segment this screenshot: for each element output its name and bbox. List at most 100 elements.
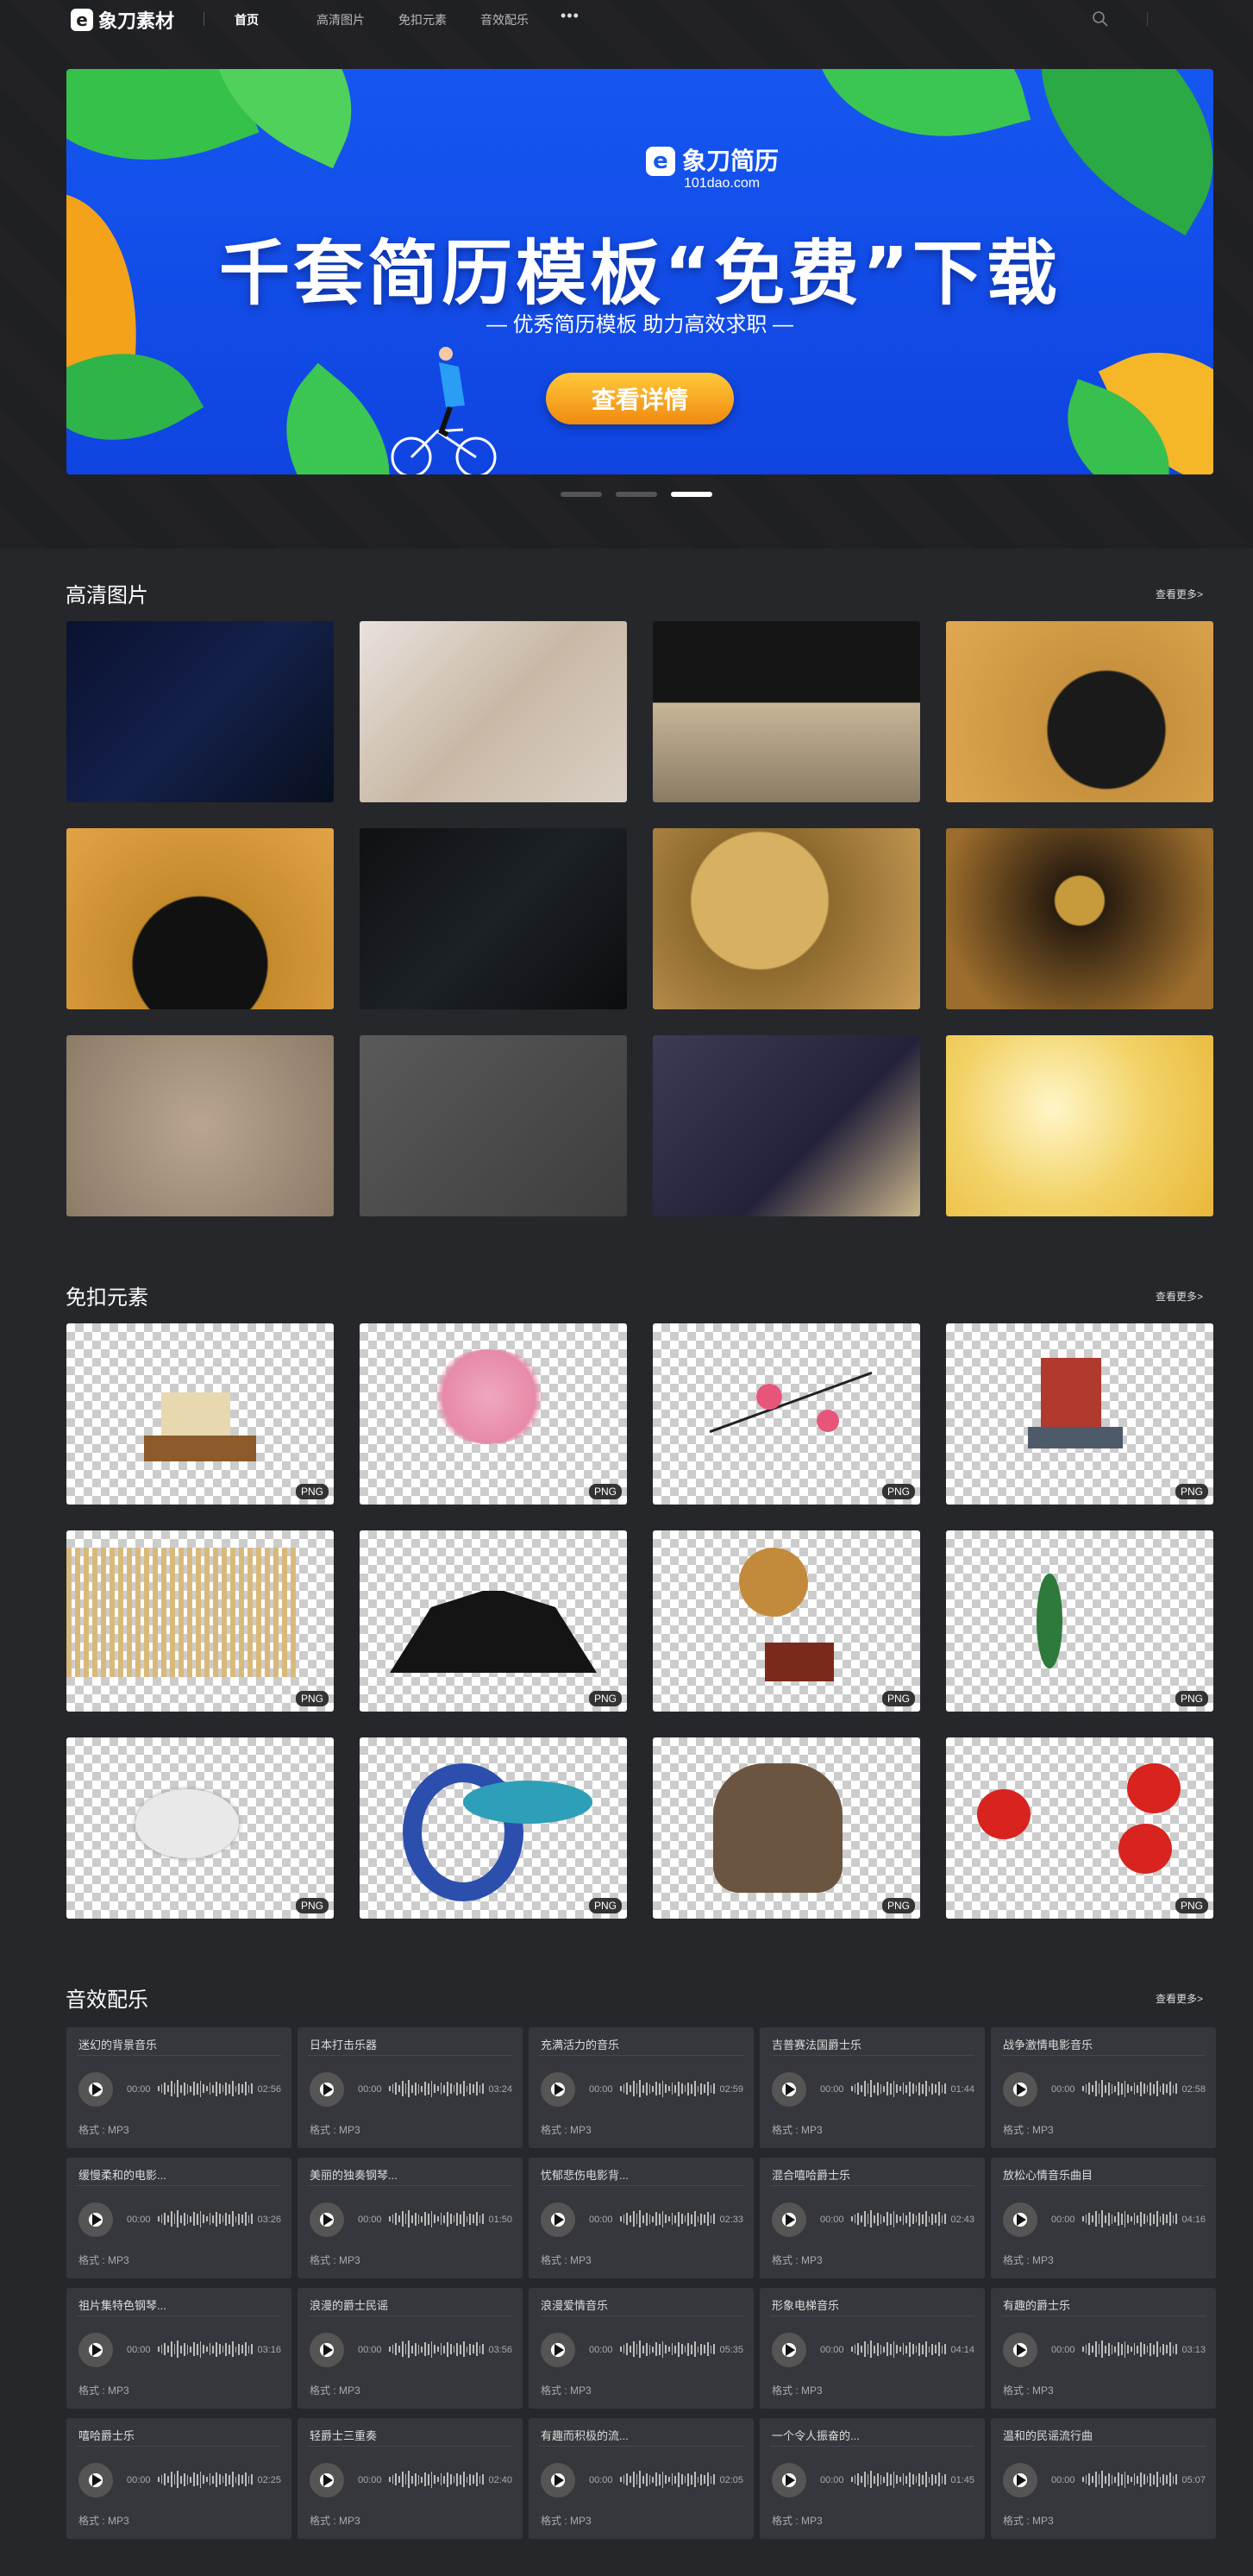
play-icon[interactable] bbox=[1003, 2463, 1037, 2497]
music-more-link[interactable]: 查看更多> bbox=[1156, 1991, 1203, 2006]
waveform[interactable] bbox=[158, 2470, 254, 2489]
audio-card[interactable]: 有趣而积极的流... 00:00 02:05 格式 : MP3 bbox=[529, 2418, 754, 2539]
more-menu-icon[interactable]: ••• bbox=[561, 7, 580, 25]
track-title[interactable]: 有趣的爵士乐 bbox=[1003, 2296, 1070, 2313]
element-monstera-leaf[interactable]: PNG bbox=[946, 1530, 1213, 1712]
play-icon[interactable] bbox=[1003, 2202, 1037, 2237]
element-dolphin-ring[interactable]: PNG bbox=[360, 1737, 627, 1919]
site-logo[interactable]: e 象刀素材 bbox=[71, 5, 174, 35]
track-title[interactable]: 混合嘻哈爵士乐 bbox=[772, 2166, 850, 2183]
audio-card[interactable]: 祖片集特色钢琴... 00:00 03:16 格式 : MP3 bbox=[66, 2288, 291, 2409]
view-details-button[interactable]: 查看详情 bbox=[546, 373, 734, 424]
audio-card[interactable]: 轻爵士三重奏 00:00 02:40 格式 : MP3 bbox=[298, 2418, 523, 2539]
track-title[interactable]: 形象电梯音乐 bbox=[772, 2296, 839, 2313]
nav-photos[interactable]: 高清图片 bbox=[316, 11, 365, 28]
track-title[interactable]: 轻爵士三重奏 bbox=[310, 2427, 377, 2443]
photo-crypto-piggybank[interactable] bbox=[946, 621, 1213, 802]
photo-fruit-dark[interactable] bbox=[653, 1035, 920, 1216]
track-title[interactable]: 充满活力的音乐 bbox=[541, 2036, 619, 2052]
element-white-dove[interactable]: PNG bbox=[66, 1737, 334, 1919]
waveform[interactable] bbox=[851, 2470, 947, 2489]
play-icon[interactable] bbox=[1003, 2333, 1037, 2367]
audio-card[interactable]: 战争激情电影音乐 00:00 02:58 格式 : MP3 bbox=[991, 2027, 1216, 2148]
photo-bitcoin-glitter[interactable] bbox=[653, 828, 920, 1009]
waveform[interactable] bbox=[158, 2079, 254, 2098]
play-icon[interactable] bbox=[772, 2333, 806, 2367]
play-icon[interactable] bbox=[772, 2072, 806, 2107]
audio-card[interactable]: 一个令人振奋的... 00:00 01:45 格式 : MP3 bbox=[760, 2418, 985, 2539]
waveform[interactable] bbox=[389, 2079, 485, 2098]
element-cherry-blossom[interactable]: PNG bbox=[360, 1323, 627, 1505]
track-title[interactable]: 缓慢柔和的电影... bbox=[78, 2166, 166, 2183]
track-title[interactable]: 一个令人振奋的... bbox=[772, 2427, 860, 2443]
element-red-lanterns[interactable]: PNG bbox=[946, 1737, 1213, 1919]
waveform[interactable] bbox=[1082, 2470, 1178, 2489]
track-title[interactable]: 日本打击乐器 bbox=[310, 2036, 377, 2052]
track-title[interactable]: 浪漫的爵士民谣 bbox=[310, 2296, 388, 2313]
play-icon[interactable] bbox=[78, 2202, 113, 2237]
audio-card[interactable]: 充满活力的音乐 00:00 02:59 格式 : MP3 bbox=[529, 2027, 754, 2148]
play-icon[interactable] bbox=[541, 2463, 575, 2497]
waveform[interactable] bbox=[158, 2209, 254, 2228]
carousel-dot-1[interactable] bbox=[561, 492, 602, 497]
photo-crypto-piggy-gold[interactable] bbox=[66, 828, 334, 1009]
audio-card[interactable]: 放松心情音乐曲目 00:00 04:16 格式 : MP3 bbox=[991, 2158, 1216, 2278]
track-title[interactable]: 温和的民谣流行曲 bbox=[1003, 2427, 1093, 2443]
play-icon[interactable] bbox=[541, 2072, 575, 2107]
audio-card[interactable]: 吉普赛法国爵士乐 00:00 01:44 格式 : MP3 bbox=[760, 2027, 985, 2148]
element-sailing-ship[interactable]: PNG bbox=[946, 1323, 1213, 1505]
waveform[interactable] bbox=[1082, 2079, 1178, 2098]
play-icon[interactable] bbox=[310, 2333, 344, 2367]
waveform[interactable] bbox=[851, 2079, 947, 2098]
element-gramophone[interactable]: PNG bbox=[653, 1530, 920, 1712]
photo-lemon[interactable] bbox=[946, 1035, 1213, 1216]
carousel-dot-3[interactable] bbox=[671, 492, 712, 497]
photo-future-bitcoin[interactable] bbox=[653, 621, 920, 802]
track-title[interactable]: 忧郁悲伤电影背... bbox=[541, 2166, 629, 2183]
play-icon[interactable] bbox=[78, 2072, 113, 2107]
photo-clipboard-rosegold[interactable] bbox=[360, 1035, 627, 1216]
track-title[interactable]: 有趣而积极的流... bbox=[541, 2427, 629, 2443]
track-title[interactable]: 美丽的独奏钢琴... bbox=[310, 2166, 398, 2183]
element-cat[interactable]: PNG bbox=[653, 1737, 920, 1919]
nav-home[interactable]: 首页 bbox=[235, 11, 259, 28]
photo-passport[interactable] bbox=[360, 621, 627, 802]
track-title[interactable]: 吉普赛法国爵士乐 bbox=[772, 2036, 861, 2052]
waveform[interactable] bbox=[620, 2470, 716, 2489]
waveform[interactable] bbox=[389, 2209, 485, 2228]
search-icon[interactable] bbox=[1092, 10, 1109, 28]
element-black-suit[interactable]: PNG bbox=[360, 1530, 627, 1712]
audio-card[interactable]: 有趣的爵士乐 00:00 03:13 格式 : MP3 bbox=[991, 2288, 1216, 2409]
play-icon[interactable] bbox=[78, 2463, 113, 2497]
nav-music[interactable]: 音效配乐 bbox=[480, 11, 529, 28]
track-title[interactable]: 祖片集特色钢琴... bbox=[78, 2296, 166, 2313]
track-title[interactable]: 浪漫爱情音乐 bbox=[541, 2296, 608, 2313]
track-title[interactable]: 嘻哈爵士乐 bbox=[78, 2427, 135, 2443]
play-icon[interactable] bbox=[310, 2072, 344, 2107]
track-title[interactable]: 放松心情音乐曲目 bbox=[1003, 2166, 1093, 2183]
photo-bitcoin-sand[interactable] bbox=[946, 828, 1213, 1009]
play-icon[interactable] bbox=[541, 2202, 575, 2237]
waveform[interactable] bbox=[620, 2340, 716, 2359]
audio-card[interactable]: 忧郁悲伤电影背... 00:00 02:33 格式 : MP3 bbox=[529, 2158, 754, 2278]
audio-card[interactable]: 温和的民谣流行曲 00:00 05:07 格式 : MP3 bbox=[991, 2418, 1216, 2539]
waveform[interactable] bbox=[620, 2209, 716, 2228]
nav-elements[interactable]: 免扣元素 bbox=[398, 11, 447, 28]
play-icon[interactable] bbox=[772, 2202, 806, 2237]
waveform[interactable] bbox=[1082, 2209, 1178, 2228]
waveform[interactable] bbox=[851, 2209, 947, 2228]
photo-coins-pile[interactable] bbox=[66, 1035, 334, 1216]
waveform[interactable] bbox=[389, 2340, 485, 2359]
waveform[interactable] bbox=[851, 2340, 947, 2359]
elements-more-link[interactable]: 查看更多> bbox=[1156, 1289, 1203, 1304]
audio-card[interactable]: 混合嘻哈爵士乐 00:00 02:43 格式 : MP3 bbox=[760, 2158, 985, 2278]
play-icon[interactable] bbox=[310, 2463, 344, 2497]
track-title[interactable]: 迷幻的背景音乐 bbox=[78, 2036, 157, 2052]
play-icon[interactable] bbox=[310, 2202, 344, 2237]
promo-banner[interactable]: e 象刀简历 101dao.com 千套简历模板“免费”下载 — 优秀简历模板 … bbox=[66, 69, 1213, 474]
waveform[interactable] bbox=[620, 2079, 716, 2098]
play-icon[interactable] bbox=[541, 2333, 575, 2367]
play-icon[interactable] bbox=[78, 2333, 113, 2367]
photo-dark-blue-waves[interactable] bbox=[66, 621, 334, 802]
element-plum-branch[interactable]: PNG bbox=[653, 1323, 920, 1505]
